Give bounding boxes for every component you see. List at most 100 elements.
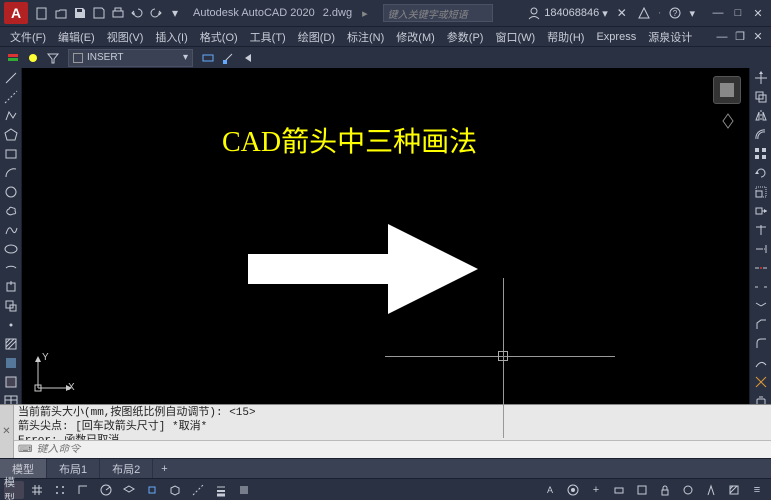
undo-icon[interactable] (129, 5, 145, 21)
break-at-point-tool[interactable] (752, 260, 770, 276)
line-tool[interactable] (2, 70, 20, 86)
snap-toggle[interactable] (50, 481, 70, 499)
menu-format[interactable]: 格式(O) (194, 29, 244, 45)
menu-parametric[interactable]: 参数(P) (441, 29, 490, 45)
clean-screen[interactable] (724, 481, 744, 499)
redo-icon[interactable] (148, 5, 164, 21)
customize-statusbar[interactable]: ≡ (747, 481, 767, 499)
close-button[interactable]: ✕ (749, 5, 767, 21)
menu-insert[interactable]: 插入(I) (149, 29, 193, 45)
construction-line-tool[interactable] (2, 89, 20, 105)
fillet-tool[interactable] (752, 336, 770, 352)
trim-tool[interactable] (752, 222, 770, 238)
hardware-accel[interactable] (701, 481, 721, 499)
explode-tool[interactable] (752, 374, 770, 390)
revision-cloud-tool[interactable] (2, 203, 20, 219)
arc-tool[interactable] (2, 165, 20, 181)
extend-tool[interactable] (752, 241, 770, 257)
layer-state-icon[interactable] (24, 49, 42, 67)
menu-window[interactable]: 窗口(W) (489, 29, 541, 45)
break-tool[interactable] (752, 279, 770, 295)
polar-toggle[interactable] (96, 481, 116, 499)
quick-properties[interactable] (632, 481, 652, 499)
open-icon[interactable] (53, 5, 69, 21)
exchange-icon[interactable]: ✕ (614, 5, 630, 21)
model-space-button[interactable]: 模型 (4, 481, 24, 499)
inner-minimize-button[interactable]: — (713, 29, 731, 45)
menu-draw[interactable]: 绘图(D) (292, 29, 341, 45)
inner-restore-button[interactable]: ❐ (731, 29, 749, 45)
annotation-monitor[interactable]: + (586, 481, 606, 499)
menu-yuanquan[interactable]: 源泉设计 (642, 29, 698, 45)
minimize-button[interactable]: — (709, 5, 727, 21)
isolate-objects[interactable] (678, 481, 698, 499)
viewcube[interactable] (713, 76, 741, 104)
offset-tool[interactable] (752, 127, 770, 143)
command-handle[interactable]: ✕ (0, 405, 14, 458)
layer-dropdown[interactable]: INSERT ▾ (68, 49, 193, 67)
copy-tool[interactable] (752, 89, 770, 105)
menu-help[interactable]: 帮助(H) (541, 29, 590, 45)
layer-match-icon[interactable] (219, 49, 237, 67)
tab-layout2[interactable]: 布局2 (100, 459, 153, 478)
grid-toggle[interactable] (27, 481, 47, 499)
lock-ui[interactable] (655, 481, 675, 499)
polygon-tool[interactable] (2, 127, 20, 143)
help-dropdown-icon[interactable]: ▾ (689, 7, 695, 20)
command-input[interactable] (36, 444, 767, 456)
workspace-switch[interactable] (563, 481, 583, 499)
units-toggle[interactable] (609, 481, 629, 499)
gradient-tool[interactable] (2, 355, 20, 371)
maximize-button[interactable]: □ (729, 5, 747, 21)
stretch-tool[interactable] (752, 203, 770, 219)
lineweight-toggle[interactable] (211, 481, 231, 499)
insert-block-tool[interactable] (2, 279, 20, 295)
otrack-toggle[interactable] (188, 481, 208, 499)
inner-close-button[interactable]: ✕ (749, 29, 767, 45)
new-icon[interactable] (34, 5, 50, 21)
osnap-toggle[interactable] (142, 481, 162, 499)
menu-tools[interactable]: 工具(T) (244, 29, 292, 45)
move-tool[interactable] (752, 70, 770, 86)
blend-tool[interactable] (752, 355, 770, 371)
qat-dropdown[interactable]: ▾ (167, 5, 183, 21)
transparency-toggle[interactable] (234, 481, 254, 499)
array-tool[interactable] (752, 146, 770, 162)
command-history[interactable]: 当前箭头大小(mm,按图纸比例自动调节): <15> 箭头尖点: [回车改箭头尺… (14, 405, 771, 440)
layer-filter-icon[interactable] (44, 49, 62, 67)
saveas-icon[interactable] (91, 5, 107, 21)
autodesk-app-icon[interactable] (636, 5, 652, 21)
user-account[interactable]: 184068846 ▾ (527, 6, 608, 20)
menu-edit[interactable]: 编辑(E) (52, 29, 101, 45)
tab-add-button[interactable]: + (153, 463, 175, 475)
app-logo[interactable]: A (4, 2, 28, 24)
help-search-input[interactable]: 键入关键字或短语 (383, 4, 493, 22)
spline-tool[interactable] (2, 222, 20, 238)
point-tool[interactable] (2, 317, 20, 333)
join-tool[interactable] (752, 298, 770, 314)
layer-properties-icon[interactable] (4, 49, 22, 67)
menu-file[interactable]: 文件(F) (4, 29, 52, 45)
menu-view[interactable]: 视图(V) (101, 29, 150, 45)
ellipse-tool[interactable] (2, 241, 20, 257)
plot-icon[interactable] (110, 5, 126, 21)
circle-tool[interactable] (2, 184, 20, 200)
isodraft-toggle[interactable] (119, 481, 139, 499)
rotate-tool[interactable] (752, 165, 770, 181)
ellipse-arc-tool[interactable] (2, 260, 20, 276)
chamfer-tool[interactable] (752, 317, 770, 333)
help-icon[interactable]: ? (667, 5, 683, 21)
mirror-tool[interactable] (752, 108, 770, 124)
search-chevron-icon[interactable]: ▸ (362, 7, 368, 20)
scale-tool[interactable] (752, 184, 770, 200)
menu-modify[interactable]: 修改(M) (390, 29, 441, 45)
tab-layout1[interactable]: 布局1 (47, 459, 100, 478)
hatch-tool[interactable] (2, 336, 20, 352)
polyline-tool[interactable] (2, 108, 20, 124)
make-block-tool[interactable] (2, 298, 20, 314)
annotation-scale[interactable]: A (540, 481, 560, 499)
menu-dimension[interactable]: 标注(N) (341, 29, 390, 45)
nav-wheel-icon[interactable] (719, 112, 737, 130)
make-current-icon[interactable] (199, 49, 217, 67)
drawing-canvas[interactable]: CAD箭头中三种画法 Y X (22, 68, 749, 404)
